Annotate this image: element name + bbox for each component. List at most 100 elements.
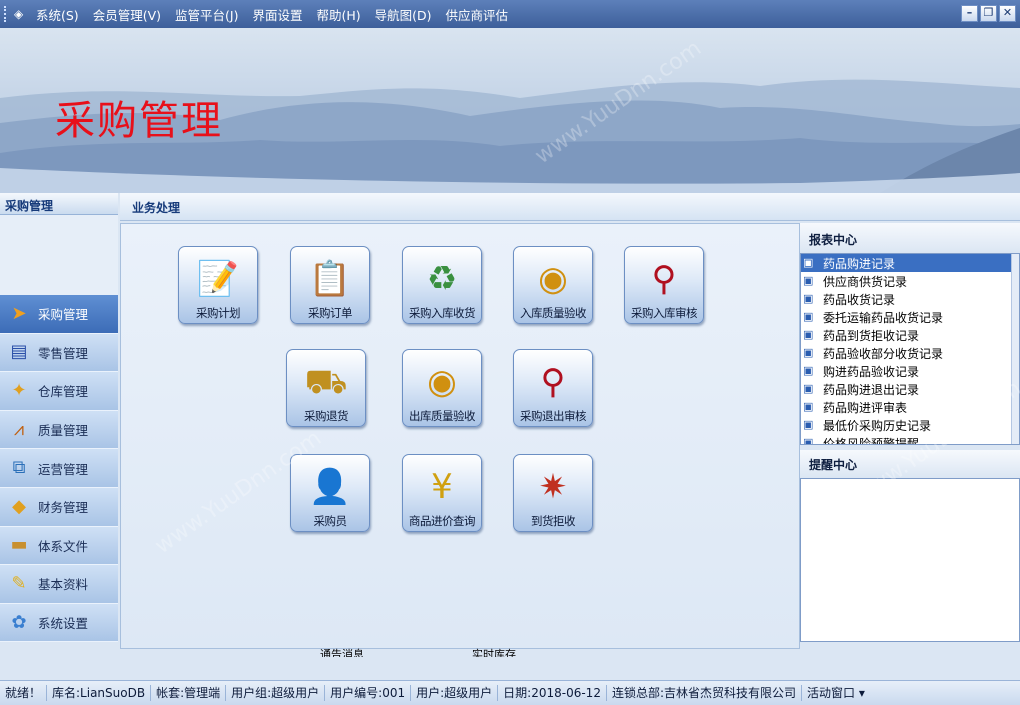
sidebar-item-quality[interactable]: ⩘ 质量管理	[0, 410, 118, 450]
status-db: 库名:LianSuoDB	[47, 685, 152, 701]
report-item[interactable]: ▣ 药品购进记录	[801, 254, 1019, 272]
report-item[interactable]: ▣ 最低价采购历史记录	[801, 416, 1019, 434]
pencil-icon: ✎	[11, 572, 27, 594]
sidebar-blank-area	[0, 215, 118, 295]
report-item[interactable]: ▣ 药品购进退出记录	[801, 380, 1019, 398]
sidebar-item-retail[interactable]: ▤ 零售管理	[0, 333, 118, 373]
report-icon: ▣	[803, 418, 814, 431]
menu-system[interactable]: 系统(S)	[36, 5, 79, 24]
report-item[interactable]: ▣ 药品购进评审表	[801, 398, 1019, 416]
tile-purchase-order[interactable]: 📋 采购订单	[290, 246, 370, 324]
report-icon: ▣	[803, 400, 814, 413]
sidebar-item-finance[interactable]: ◆ 财务管理	[0, 487, 118, 527]
tile-label: 采购入库收货	[409, 306, 476, 320]
sidebar-item-label: 采购管理	[38, 307, 89, 323]
sidebar-item-warehouse[interactable]: ✦ 仓库管理	[0, 372, 118, 411]
menu-supplier-eval[interactable]: 供应商评估	[446, 5, 509, 24]
report-icon: ▣	[803, 382, 814, 395]
report-icon: ▣	[803, 310, 814, 323]
tile-label: 采购计划	[196, 306, 241, 320]
finance-icon: ◆	[12, 495, 26, 517]
sidebar-item-label: 系统设置	[38, 616, 89, 632]
network-icon: ⧉	[12, 457, 26, 479]
remind-list	[800, 478, 1020, 642]
tile-purchase-plan[interactable]: 📝 采购计划	[178, 246, 258, 324]
wand-icon: ✷	[538, 467, 568, 507]
coins-icon: ◉	[427, 362, 457, 402]
sidebar-item-purchase[interactable]: ➤ 采购管理	[0, 295, 118, 334]
buyer-icon: 👤	[308, 467, 352, 507]
tile-inbound-quality[interactable]: ◉ 入库质量验收	[513, 246, 593, 324]
compass-icon: ⩘	[13, 418, 25, 440]
arrow-icon: ➤	[11, 302, 27, 324]
menu-supervision[interactable]: 监管平台(J)	[175, 5, 238, 24]
app-icon[interactable]: ◈	[14, 7, 28, 21]
tile-price-query[interactable]: ¥ 商品进价查询	[402, 454, 482, 532]
sidebar-item-operations[interactable]: ⧉ 运营管理	[0, 449, 118, 488]
report-item[interactable]: ▣ 药品收货记录	[801, 290, 1019, 308]
report-item[interactable]: ▣ 价格风险预警提醒	[801, 434, 1019, 445]
notice-link[interactable]: 通告消息	[320, 647, 364, 657]
report-label: 最低价采购历史记录	[823, 418, 932, 433]
settings-icon: ✿	[11, 611, 27, 633]
report-icon: ▣	[803, 364, 814, 377]
report-scrollbar[interactable]	[1011, 254, 1019, 444]
status-usergroup: 用户组:超级用户	[226, 685, 326, 701]
tile-label: 商品进价查询	[409, 514, 476, 528]
report-label: 药品收货记录	[823, 292, 896, 307]
report-label: 药品验收部分收货记录	[823, 346, 944, 361]
report-item[interactable]: ▣ 委托运输药品收货记录	[801, 308, 1019, 326]
status-user: 用户:超级用户	[411, 685, 499, 701]
report-icon: ▣	[803, 256, 814, 269]
tile-label: 到货拒收	[531, 514, 576, 528]
sidebar-item-documents[interactable]: ▬ 体系文件	[0, 526, 118, 566]
tile-purchase-receive[interactable]: ♻ 采购入库收货	[402, 246, 482, 324]
tile-return-audit[interactable]: ⚲ 采购退出审核	[513, 349, 593, 427]
report-label: 购进药品验收记录	[823, 364, 920, 379]
tile-purchase-return[interactable]: ⛟ 采购退货	[286, 349, 366, 427]
status-userid: 用户编号:001	[325, 685, 412, 701]
report-item[interactable]: ▣ 购进药品验收记录	[801, 362, 1019, 380]
report-item[interactable]: ▣ 供应商供货记录	[801, 272, 1019, 290]
sidebar-item-label: 基本资料	[38, 577, 89, 593]
tile-label: 采购退出审核	[520, 409, 587, 423]
plan-icon: 📝	[196, 259, 240, 299]
active-window-menu[interactable]: 活动窗口 ▾	[802, 685, 870, 701]
sidebar-item-label: 体系文件	[38, 538, 89, 554]
close-button[interactable]: ✕	[999, 5, 1016, 22]
tile-buyer[interactable]: 👤 采购员	[290, 454, 370, 532]
tile-outbound-quality[interactable]: ◉ 出库质量验收	[402, 349, 482, 427]
report-item[interactable]: ▣ 药品到货拒收记录	[801, 326, 1019, 344]
stock-link[interactable]: 实时库存	[472, 647, 516, 657]
report-icon: ▣	[803, 346, 814, 359]
sidebar-item-label: 零售管理	[38, 345, 89, 361]
audit-icon: ⚲	[540, 362, 566, 402]
menu-navigation[interactable]: 导航图(D)	[375, 5, 432, 24]
menu-interface[interactable]: 界面设置	[252, 5, 302, 24]
bottom-links: 通告消息 实时库存	[120, 647, 800, 663]
menu-help[interactable]: 帮助(H)	[316, 5, 360, 24]
status-hq: 连锁总部:吉林省杰贸科技有限公司	[607, 685, 803, 701]
report-label: 药品购进评审表	[823, 400, 908, 415]
remind-center-title: 提醒中心	[800, 450, 1020, 478]
report-icon: ▣	[803, 436, 814, 445]
menu-grip	[4, 6, 10, 22]
order-icon: 📋	[308, 259, 352, 299]
sidebar-item-settings[interactable]: ✿ 系统设置	[0, 603, 118, 643]
report-item[interactable]: ▣ 药品验收部分收货记录	[801, 344, 1019, 362]
tile-purchase-audit[interactable]: ⚲ 采购入库审核	[624, 246, 704, 324]
sidebar-item-basic-data[interactable]: ✎ 基本资料	[0, 565, 118, 604]
minimize-button[interactable]: –	[961, 5, 978, 22]
report-label: 药品购进退出记录	[823, 382, 920, 397]
tile-arrival-reject[interactable]: ✷ 到货拒收	[513, 454, 593, 532]
banner: 采购管理	[0, 28, 1020, 193]
tile-label: 采购入库审核	[631, 306, 698, 320]
restore-button[interactable]: ❐	[980, 5, 997, 22]
book-icon: ▤	[10, 341, 28, 363]
tile-label: 入库质量验收	[520, 306, 587, 320]
report-label: 价格风险预警提醒	[823, 436, 920, 445]
report-label: 委托运输药品收货记录	[823, 310, 944, 325]
status-ready: 就绪！	[0, 685, 48, 701]
sidebar-item-label: 仓库管理	[38, 384, 89, 400]
menu-member[interactable]: 会员管理(V)	[93, 5, 161, 24]
